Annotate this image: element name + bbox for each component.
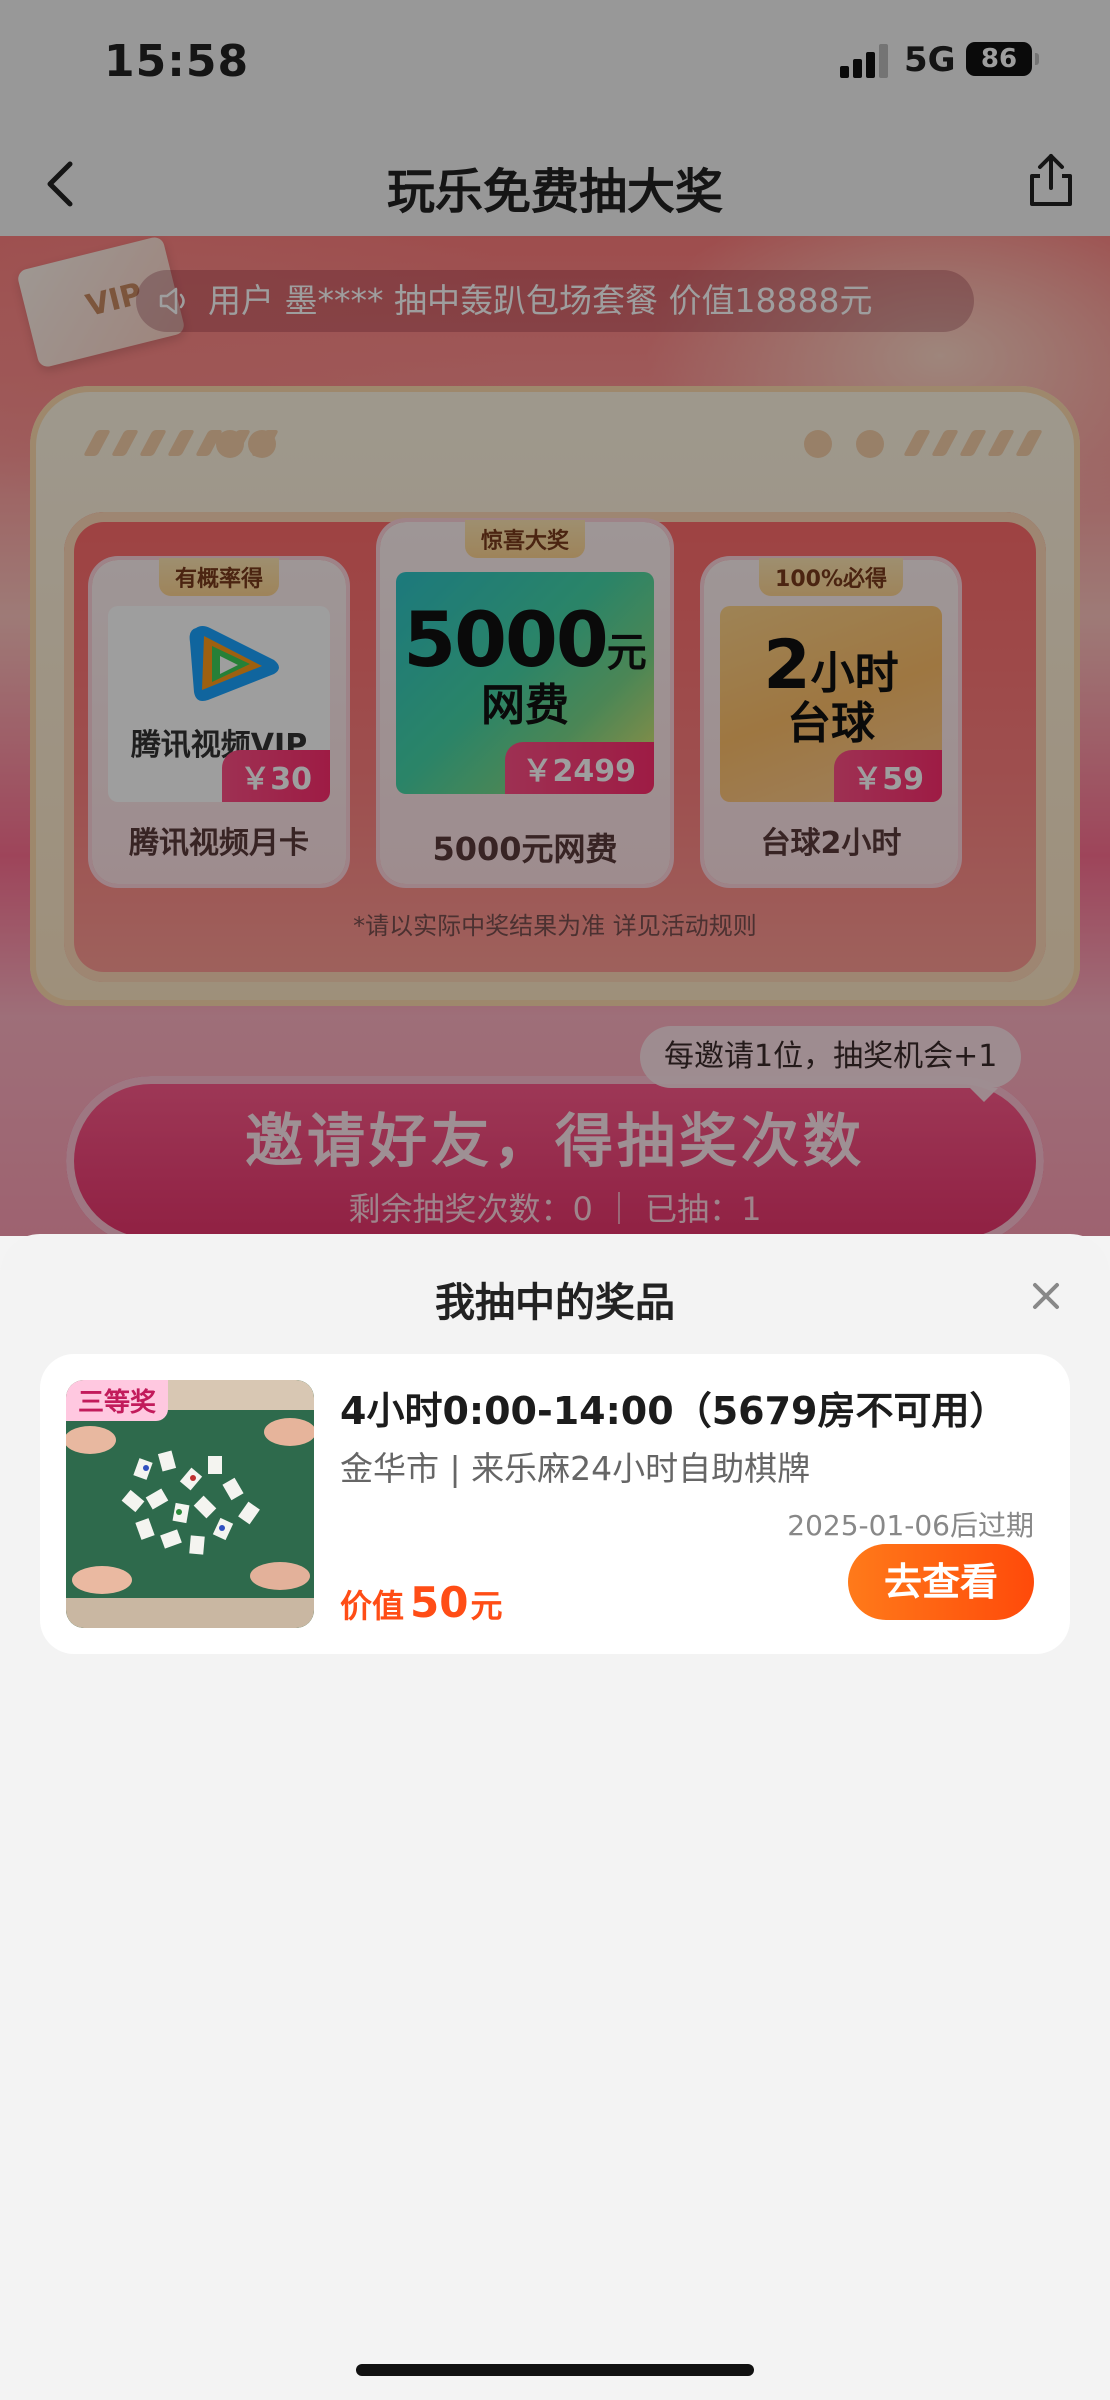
my-prizes-sheet: 我抽中的奖品 三等奖 4小时0:00-14:00（5679房不可用） 金华市 |… [0,1234,1110,2400]
sheet-title: 我抽中的奖品 [435,1280,675,1326]
expiry-date: 2025-01-06后过期 [787,1509,1034,1542]
prize-title: 4小时0:00-14:00（5679房不可用） [340,1389,1008,1433]
prize-tier-badge: 三等奖 [66,1380,169,1421]
mahjong-thumbnail: 三等奖 [66,1380,314,1628]
home-indicator[interactable] [356,2364,754,2376]
close-icon[interactable] [1026,1276,1066,1316]
modal-overlay[interactable] [0,0,1110,1236]
won-prize-card[interactable]: 三等奖 4小时0:00-14:00（5679房不可用） 金华市 | 来乐麻24小… [40,1354,1070,1654]
view-prize-button[interactable]: 去查看 [848,1544,1034,1620]
prize-value: 价值 50元 [340,1578,503,1627]
store-location: 金华市 | 来乐麻24小时自助棋牌 [340,1449,811,1488]
